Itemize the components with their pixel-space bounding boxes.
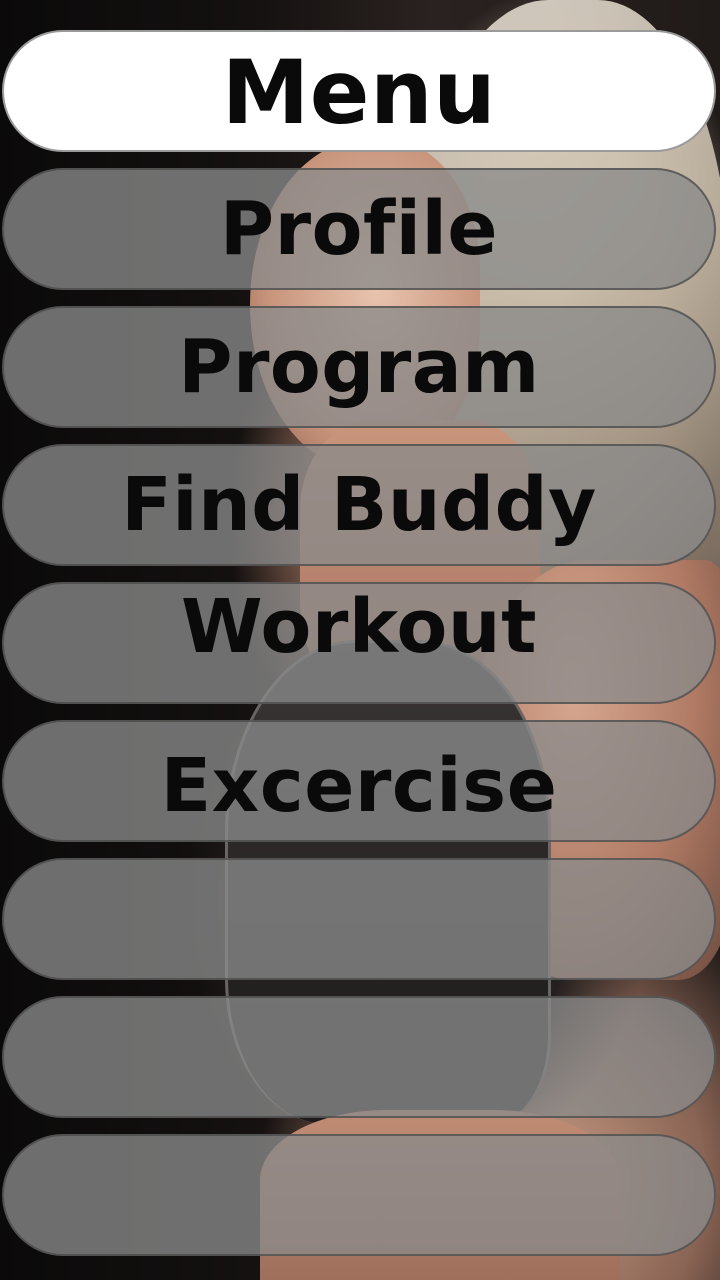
menu-item-label: Workout <box>181 584 537 670</box>
menu-title-label: Menu <box>221 41 497 144</box>
menu-item-find-buddy[interactable]: Find Buddy <box>2 444 716 566</box>
menu-title: Menu <box>2 30 716 152</box>
menu-item-program[interactable]: Program <box>2 306 716 428</box>
menu-item-profile[interactable]: Profile <box>2 168 716 290</box>
menu-item-label: Program <box>178 324 540 410</box>
menu-item-empty[interactable] <box>2 1134 716 1256</box>
menu-item-label: Profile <box>219 186 499 272</box>
menu-item-empty[interactable] <box>2 858 716 980</box>
menu: Menu Profile Program Find Buddy Workout … <box>0 0 720 1280</box>
menu-item-excercise[interactable]: Excercise <box>2 720 716 842</box>
menu-item-empty[interactable] <box>2 996 716 1118</box>
app-screen: Menu Profile Program Find Buddy Workout … <box>0 0 720 1280</box>
menu-item-workout[interactable]: Workout <box>2 582 716 704</box>
menu-item-label: Find Buddy <box>121 462 597 548</box>
menu-item-label: Excercise <box>160 743 558 829</box>
